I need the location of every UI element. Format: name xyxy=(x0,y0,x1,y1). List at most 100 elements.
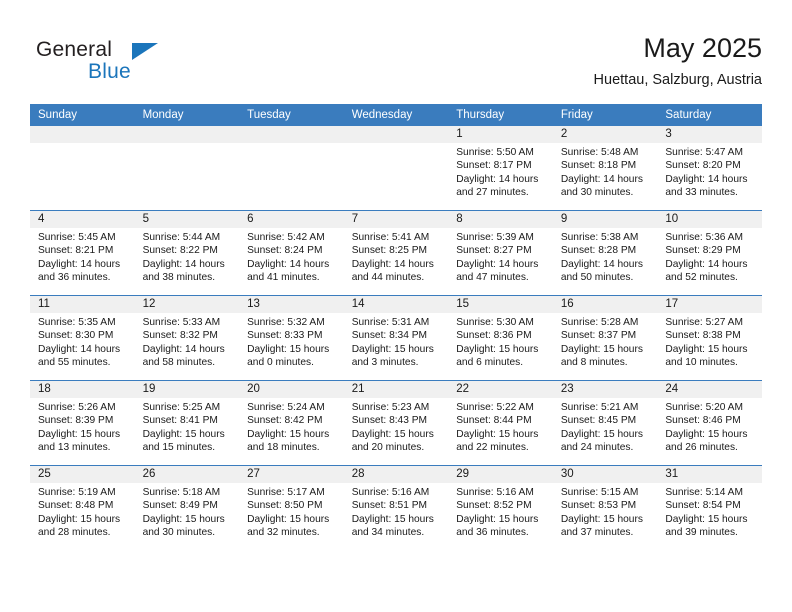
day-number xyxy=(239,126,344,143)
calendar-day-cell[interactable]: 22 Sunrise: 5:22 AM Sunset: 8:44 PM Dayligh… xyxy=(448,380,553,466)
calendar-day-cell[interactable]: 18 Sunrise: 5:26 AM Sunset: 8:39 PM Dayligh… xyxy=(30,380,135,466)
sunrise-time: Sunrise: 5:44 AM xyxy=(142,232,221,243)
day-number: 19 xyxy=(134,381,240,398)
calendar-week-row: 1 Sunrise: 5:50 AM Sunset: 8:17 PM Daylight… xyxy=(30,126,762,211)
calendar-day-cell[interactable]: 25 Sunrise: 5:19 AM Sunset: 8:48 PM Dayligh… xyxy=(30,465,135,550)
day-details: Sunrise: 5:16 AM Sunset: 8:51 PM Daylight:… xyxy=(344,483,449,539)
calendar-day-cell[interactable]: 6 Sunrise: 5:42 AM Sunset: 8:24 PM Daylight… xyxy=(239,210,344,296)
calendar-week-row: 18 Sunrise: 5:26 AM Sunset: 8:39 PM Dayligh… xyxy=(30,380,762,466)
calendar-table: Sunday Monday Tuesday Wednesday Thursday… xyxy=(30,104,762,550)
day-details: Sunrise: 5:24 AM Sunset: 8:42 PM Daylight:… xyxy=(239,398,344,454)
calendar-day-cell[interactable]: 19 Sunrise: 5:25 AM Sunset: 8:41 PM Dayligh… xyxy=(134,380,240,466)
sunrise-time: Sunrise: 5:15 AM xyxy=(560,487,639,498)
day-details: Sunrise: 5:47 AM Sunset: 8:20 PM Daylight:… xyxy=(657,143,762,199)
calendar-day-cell[interactable]: 9 Sunrise: 5:38 AM Sunset: 8:28 PM Daylight… xyxy=(552,210,658,296)
calendar-day-cell[interactable]: 11 Sunrise: 5:35 AM Sunset: 8:30 PM Dayligh… xyxy=(30,295,135,381)
daylight-duration-line2: and 58 minutes. xyxy=(142,356,216,368)
calendar-day-cell[interactable]: 4 Sunrise: 5:45 AM Sunset: 8:21 PM Daylight… xyxy=(30,210,135,296)
sunset-time: Sunset: 8:37 PM xyxy=(560,330,637,342)
sunset-time: Sunset: 8:28 PM xyxy=(560,245,637,257)
day-details: Sunrise: 5:16 AM Sunset: 8:52 PM Daylight:… xyxy=(448,483,553,539)
day-number: 17 xyxy=(657,296,762,313)
sunrise-time: Sunrise: 5:47 AM xyxy=(665,147,743,158)
daylight-duration-line1: Daylight: 15 hours xyxy=(665,428,748,440)
daylight-duration-line1: Daylight: 15 hours xyxy=(351,428,434,440)
sunset-time: Sunset: 8:45 PM xyxy=(560,415,637,427)
calendar-day-cell[interactable]: 10 Sunrise: 5:36 AM Sunset: 8:29 PM Dayligh… xyxy=(657,210,762,296)
daylight-duration-line2: and 0 minutes. xyxy=(247,356,314,368)
brand-triangle-icon xyxy=(132,43,158,60)
daylight-duration-line1: Daylight: 14 hours xyxy=(456,173,539,185)
daylight-duration-line2: and 50 minutes. xyxy=(560,271,634,283)
page-title: May 2025 xyxy=(643,33,762,63)
day-number: 10 xyxy=(657,211,762,228)
calendar-day-cell[interactable]: 8 Sunrise: 5:39 AM Sunset: 8:27 PM Daylight… xyxy=(448,210,553,296)
daylight-duration-line2: and 30 minutes. xyxy=(560,186,634,198)
calendar-day-cell[interactable]: 7 Sunrise: 5:41 AM Sunset: 8:25 PM Daylight… xyxy=(343,210,449,296)
day-details: Sunrise: 5:26 AM Sunset: 8:39 PM Daylight:… xyxy=(30,398,135,454)
calendar-day-cell[interactable]: 13 Sunrise: 5:32 AM Sunset: 8:33 PM Dayligh… xyxy=(239,295,344,381)
daylight-duration-line2: and 36 minutes. xyxy=(38,271,111,283)
day-details: Sunrise: 5:31 AM Sunset: 8:34 PM Daylight:… xyxy=(344,313,449,369)
daylight-duration-line1: Daylight: 14 hours xyxy=(38,343,121,355)
calendar-day-cell[interactable]: 27 Sunrise: 5:17 AM Sunset: 8:50 PM Dayligh… xyxy=(239,465,344,550)
sunrise-time: Sunrise: 5:26 AM xyxy=(38,402,116,413)
day-details: Sunrise: 5:42 AM Sunset: 8:24 PM Daylight:… xyxy=(239,228,344,284)
day-details: Sunrise: 5:35 AM Sunset: 8:30 PM Daylight:… xyxy=(30,313,135,369)
daylight-duration-line1: Daylight: 15 hours xyxy=(456,343,539,355)
calendar-day-cell[interactable]: 31 Sunrise: 5:14 AM Sunset: 8:54 PM Dayligh… xyxy=(657,465,762,550)
brand-name-blue: Blue xyxy=(88,60,131,83)
calendar-week-row: 25 Sunrise: 5:19 AM Sunset: 8:48 PM Dayligh… xyxy=(30,465,762,550)
day-number: 9 xyxy=(552,211,658,228)
sunrise-time: Sunrise: 5:50 AM xyxy=(456,147,534,158)
day-details: Sunrise: 5:21 AM Sunset: 8:45 PM Daylight:… xyxy=(553,398,658,454)
daylight-duration-line2: and 47 minutes. xyxy=(456,271,529,283)
calendar-day-cell[interactable]: 21 Sunrise: 5:23 AM Sunset: 8:43 PM Dayligh… xyxy=(343,380,449,466)
calendar-day-cell[interactable]: 3 Sunrise: 5:47 AM Sunset: 8:20 PM Daylight… xyxy=(657,126,762,211)
calendar-day-cell[interactable]: 29 Sunrise: 5:16 AM Sunset: 8:52 PM Dayligh… xyxy=(448,465,553,550)
daylight-duration-line1: Daylight: 15 hours xyxy=(142,513,225,525)
weekday-header-sunday: Sunday xyxy=(30,104,135,126)
daylight-duration-line2: and 30 minutes. xyxy=(142,526,216,538)
calendar-day-cell[interactable]: 14 Sunrise: 5:31 AM Sunset: 8:34 PM Dayligh… xyxy=(343,295,449,381)
calendar-day-cell[interactable]: 15 Sunrise: 5:30 AM Sunset: 8:36 PM Dayligh… xyxy=(448,295,553,381)
calendar-day-cell[interactable]: 20 Sunrise: 5:24 AM Sunset: 8:42 PM Dayligh… xyxy=(239,380,344,466)
calendar-day-cell[interactable]: 26 Sunrise: 5:18 AM Sunset: 8:49 PM Dayligh… xyxy=(134,465,240,550)
brand-logo[interactable]: General Blue xyxy=(36,38,256,94)
sunset-time: Sunset: 8:50 PM xyxy=(247,500,323,512)
daylight-duration-line1: Daylight: 14 hours xyxy=(456,258,539,270)
day-number: 12 xyxy=(134,296,240,313)
daylight-duration-line2: and 34 minutes. xyxy=(351,526,425,538)
sunrise-time: Sunrise: 5:25 AM xyxy=(142,402,221,413)
calendar-day-cell[interactable]: 12 Sunrise: 5:33 AM Sunset: 8:32 PM Dayligh… xyxy=(134,295,240,381)
title-block: May 2025 Huettau, Salzburg, Austria xyxy=(594,32,762,90)
daylight-duration-line1: Daylight: 15 hours xyxy=(560,513,643,525)
day-details: Sunrise: 5:38 AM Sunset: 8:28 PM Daylight:… xyxy=(553,228,658,284)
daylight-duration-line2: and 3 minutes. xyxy=(351,356,419,368)
calendar-day-cell[interactable]: 1 Sunrise: 5:50 AM Sunset: 8:17 PM Daylight… xyxy=(448,126,553,211)
daylight-duration-line1: Daylight: 15 hours xyxy=(38,513,121,525)
day-number: 11 xyxy=(30,296,135,313)
sunrise-time: Sunrise: 5:27 AM xyxy=(665,317,743,328)
calendar-day-cell[interactable]: 16 Sunrise: 5:28 AM Sunset: 8:37 PM Dayligh… xyxy=(552,295,658,381)
daylight-duration-line1: Daylight: 15 hours xyxy=(247,513,330,525)
calendar-day-cell[interactable]: 24 Sunrise: 5:20 AM Sunset: 8:46 PM Dayligh… xyxy=(657,380,762,466)
day-number xyxy=(343,126,449,143)
daylight-duration-line1: Daylight: 15 hours xyxy=(247,343,330,355)
calendar-day-cell[interactable]: 28 Sunrise: 5:16 AM Sunset: 8:51 PM Dayligh… xyxy=(343,465,449,550)
day-number: 26 xyxy=(134,466,240,483)
calendar-day-cell[interactable]: 5 Sunrise: 5:44 AM Sunset: 8:22 PM Daylight… xyxy=(134,210,240,296)
daylight-duration-line2: and 13 minutes. xyxy=(38,441,111,453)
day-number: 5 xyxy=(134,211,240,228)
calendar-day-cell[interactable]: 23 Sunrise: 5:21 AM Sunset: 8:45 PM Dayligh… xyxy=(552,380,658,466)
calendar-day-cell[interactable]: 30 Sunrise: 5:15 AM Sunset: 8:53 PM Dayligh… xyxy=(552,465,658,550)
day-details: Sunrise: 5:32 AM Sunset: 8:33 PM Daylight:… xyxy=(239,313,344,369)
day-number: 3 xyxy=(657,126,762,143)
daylight-duration-line1: Daylight: 15 hours xyxy=(142,428,225,440)
day-number xyxy=(30,126,135,143)
calendar-day-cell[interactable]: 17 Sunrise: 5:27 AM Sunset: 8:38 PM Dayligh… xyxy=(657,295,762,381)
day-details: Sunrise: 5:15 AM Sunset: 8:53 PM Daylight:… xyxy=(553,483,658,539)
sunset-time: Sunset: 8:38 PM xyxy=(665,330,741,342)
day-number: 20 xyxy=(239,381,344,398)
calendar-day-cell[interactable]: 2 Sunrise: 5:48 AM Sunset: 8:18 PM Daylight… xyxy=(552,126,658,211)
